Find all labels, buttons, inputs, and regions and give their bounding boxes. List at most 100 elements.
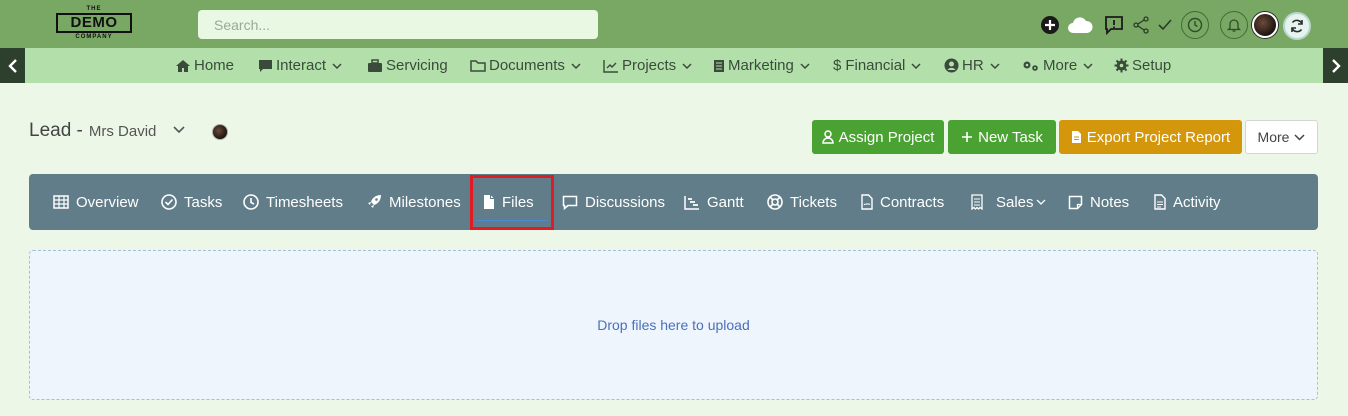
assign-project-label: Assign Project: [838, 128, 935, 146]
gantt-icon: [684, 195, 699, 210]
cloud-icon[interactable]: [1067, 12, 1093, 38]
chevron-down-icon: [911, 62, 921, 69]
assign-project-button[interactable]: Assign Project: [812, 120, 944, 154]
folder-icon: [470, 59, 486, 72]
nav-item-home[interactable]: Home: [175, 48, 234, 83]
clock-button[interactable]: [1181, 11, 1209, 39]
nav-item-projects[interactable]: Projects: [603, 48, 692, 83]
user-avatar[interactable]: [1252, 12, 1278, 38]
search-input[interactable]: [198, 10, 598, 39]
nav-item-label: Servicing: [386, 57, 448, 74]
life-ring-icon: [767, 194, 783, 210]
nav-item-label: Home: [194, 57, 235, 74]
logo-top-text: THE: [86, 6, 102, 12]
new-task-button[interactable]: New Task: [948, 120, 1056, 154]
lead-avatar[interactable]: [212, 124, 228, 140]
comment-icon: [562, 195, 578, 210]
nav-item-financial[interactable]: $ Financial: [833, 48, 921, 83]
logo-main-text: DEMO: [56, 13, 132, 33]
file-dropzone[interactable]: Drop files here to upload: [29, 250, 1318, 400]
nav-item-interact[interactable]: Interact: [258, 48, 342, 83]
nav-item-more[interactable]: More: [1022, 48, 1093, 83]
document-icon: [714, 59, 724, 72]
nav-item-label: Documents: [489, 57, 565, 74]
clock-icon: [1187, 17, 1203, 33]
nav-item-label: Marketing: [728, 57, 794, 74]
tab-label: Sales: [996, 193, 1034, 211]
note-icon: [1068, 195, 1083, 209]
sync-icon: [1291, 19, 1303, 33]
tab-label: Notes: [1090, 193, 1130, 211]
tab-gantt[interactable]: Gantt: [684, 174, 744, 230]
file-text-icon: [1071, 131, 1081, 143]
chevron-down-icon: [990, 62, 1000, 69]
nav-item-hr[interactable]: HR: [944, 48, 1000, 83]
nav-scroll-left-button[interactable]: [0, 48, 25, 83]
chart-icon: [603, 59, 618, 73]
chevron-down-icon: [332, 62, 342, 69]
tab-label: Tasks: [184, 193, 223, 211]
more-label: More: [1257, 129, 1290, 145]
feedback-icon[interactable]: [1101, 12, 1127, 38]
nav-scroll-right-button[interactable]: [1323, 48, 1348, 83]
files-tab-highlight-box: [470, 175, 554, 230]
tab-label: Discussions: [585, 193, 666, 211]
export-project-report-button[interactable]: Export Project Report: [1059, 120, 1242, 154]
notifications-button[interactable]: [1220, 11, 1248, 39]
share-icon[interactable]: [1128, 12, 1154, 38]
receipt-icon: [971, 194, 983, 210]
new-task-label: New Task: [978, 128, 1043, 146]
tab-label: Contracts: [880, 193, 945, 211]
tab-notes[interactable]: Notes: [1068, 174, 1129, 230]
user-circle-icon: [944, 58, 959, 73]
tab-milestones[interactable]: Milestones: [366, 174, 461, 230]
chevron-down-icon: [1083, 62, 1093, 69]
chevron-down-icon: [682, 62, 692, 69]
check-icon[interactable]: [1152, 12, 1178, 38]
tab-discussions[interactable]: Discussions: [562, 174, 665, 230]
tab-label: Tickets: [790, 193, 837, 211]
page-title: Lead - Mrs David: [29, 120, 156, 142]
page-subtitle: Mrs David: [88, 123, 157, 140]
tab-label: Activity: [1173, 193, 1221, 211]
plus-circle-icon[interactable]: [1037, 12, 1063, 38]
chevron-left-icon: [7, 58, 17, 73]
briefcase-icon: [368, 58, 382, 72]
nav-item-marketing[interactable]: Marketing: [713, 48, 810, 83]
tab-label: Milestones: [389, 193, 461, 211]
more-button[interactable]: More: [1245, 120, 1318, 154]
gears-icon: [1023, 61, 1038, 71]
chevron-right-icon: [1331, 58, 1341, 73]
tab-sales[interactable]: Sales: [971, 174, 1046, 230]
chevron-down-icon[interactable]: [173, 126, 185, 134]
export-project-report-label: Export Project Report: [1086, 128, 1231, 146]
chevron-down-icon: [1036, 199, 1045, 205]
tab-activity[interactable]: Activity: [1154, 174, 1221, 230]
nav-item-label: Setup: [1132, 57, 1172, 74]
dropzone-text: Drop files here to upload: [597, 317, 750, 333]
gear-icon: [1114, 58, 1129, 73]
tab-tickets[interactable]: Tickets: [767, 174, 837, 230]
nav-item-setup[interactable]: Setup: [1114, 48, 1171, 83]
grid-icon: [53, 195, 69, 209]
nav-item-label: Financial: [845, 57, 906, 74]
contract-icon: [861, 194, 873, 210]
home-icon: [176, 59, 190, 72]
chevron-down-icon: [800, 62, 810, 69]
nav-item-label: Interact: [276, 57, 327, 74]
tab-contracts[interactable]: Contracts: [861, 174, 944, 230]
nav-item-documents[interactable]: Documents: [470, 48, 581, 83]
tab-label: Overview: [76, 193, 139, 211]
user-icon: [821, 130, 834, 144]
plus-icon: [962, 132, 973, 142]
tab-timesheets[interactable]: Timesheets: [243, 174, 343, 230]
chat-icon: [259, 59, 272, 72]
sync-button[interactable]: [1283, 12, 1311, 40]
nav-item-servicing[interactable]: Servicing: [367, 48, 448, 83]
dollar-icon: $: [833, 57, 842, 74]
bell-icon: [1226, 19, 1242, 32]
nav-item-label: More: [1043, 57, 1078, 74]
tab-tasks[interactable]: Tasks: [161, 174, 222, 230]
tab-overview[interactable]: Overview: [53, 174, 139, 230]
company-logo[interactable]: THE DEMO COMPANY: [55, 6, 133, 40]
